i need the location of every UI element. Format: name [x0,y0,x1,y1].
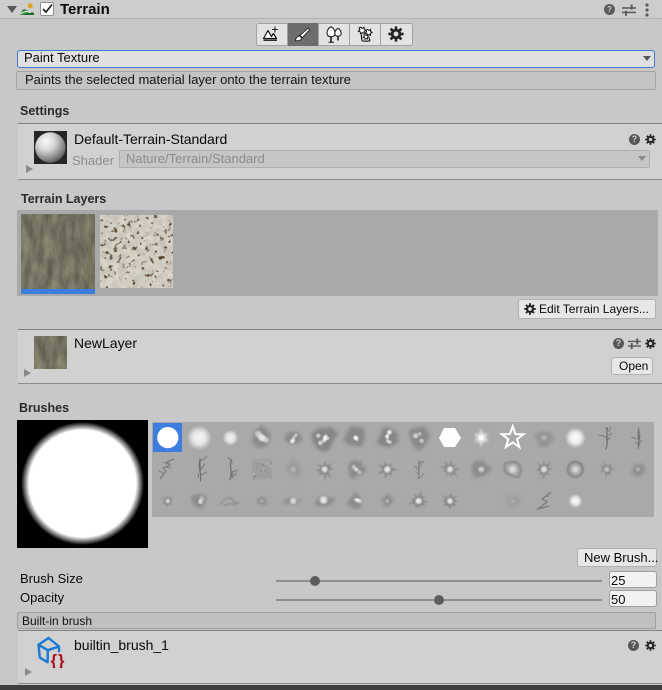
svg-text:?: ? [607,5,612,14]
svg-text:}: } [58,652,65,668]
svg-text:{: { [51,652,58,668]
